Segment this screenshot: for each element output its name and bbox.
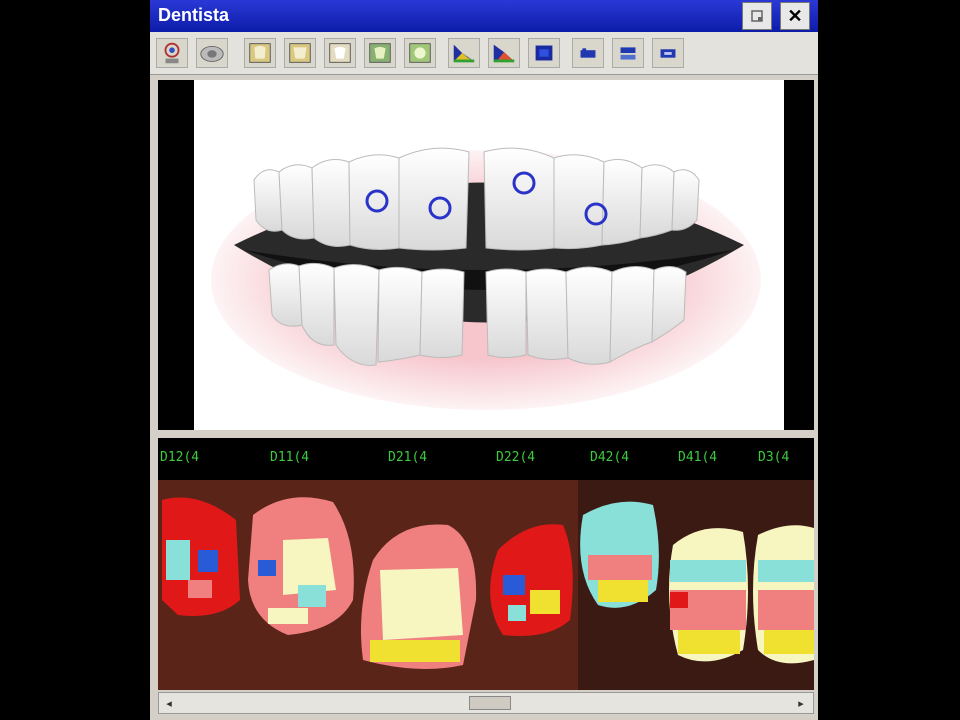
smile-illustration (194, 80, 784, 430)
tooth-5-icon (409, 43, 431, 63)
tooth-2-icon (289, 43, 311, 63)
dentista-window: Dentista ✕ D12(4 D11(4 D21(4 D22(4 D42(4… (150, 0, 818, 720)
shade-maps (158, 480, 814, 690)
chart-b-icon (493, 44, 515, 63)
tooth-code: D11(4 (270, 450, 310, 465)
tooth-1-icon (249, 43, 271, 63)
tool-tooth-1[interactable] (244, 38, 276, 68)
tool-tooth-5[interactable] (404, 38, 436, 68)
shade-map-panel: D12(4 D11(4 D21(4 D22(4 D42(4 D41(4 D3(4 (158, 438, 814, 690)
tool-chart-a[interactable] (448, 38, 480, 68)
tooth-code: D3(4 (758, 450, 790, 465)
tool-display-a[interactable] (572, 38, 604, 68)
tool-display-b[interactable] (612, 38, 644, 68)
tooth-code-row: D12(4 D11(4 D21(4 D22(4 D42(4 D41(4 D3(4 (158, 438, 814, 478)
tooth-code: D12(4 (160, 450, 200, 465)
patient-icon (164, 42, 180, 64)
tool-chart-c[interactable] (528, 38, 560, 68)
tool-tooth-2[interactable] (284, 38, 316, 68)
horizontal-scrollbar[interactable]: ◂ ▸ (158, 692, 814, 714)
close-button[interactable]: ✕ (780, 2, 810, 30)
chart-a-icon (453, 44, 475, 63)
window-title: Dentista (158, 5, 230, 25)
tool-tooth-4[interactable] (364, 38, 396, 68)
shade-map-tooth-6 (669, 528, 748, 662)
shade-map-tooth-1 (162, 497, 240, 616)
tooth-shade-strip[interactable] (158, 480, 814, 690)
tooth-code: D21(4 (388, 450, 428, 465)
tool-camera[interactable] (196, 38, 228, 68)
tool-patient[interactable] (156, 38, 188, 68)
camera-icon (200, 46, 224, 62)
shade-map-tooth-2 (248, 497, 354, 635)
display-c-icon (660, 49, 676, 58)
display-b-icon (620, 47, 636, 60)
display-a-icon (580, 48, 596, 58)
scroll-thumb[interactable] (469, 696, 511, 710)
tooth-3-icon (329, 43, 351, 63)
tool-chart-b[interactable] (488, 38, 520, 68)
tooth-code: D41(4 (678, 450, 718, 465)
minimize-button[interactable] (742, 2, 772, 30)
chart-c-icon (535, 45, 553, 61)
scroll-right-arrow-icon[interactable]: ▸ (793, 695, 809, 711)
close-icon: ✕ (787, 5, 803, 26)
tooth-code: D42(4 (590, 450, 630, 465)
tool-tooth-3[interactable] (324, 38, 356, 68)
scroll-left-arrow-icon[interactable]: ◂ (161, 695, 177, 711)
title-bar[interactable]: Dentista ✕ (150, 0, 818, 32)
tooth-code: D22(4 (496, 450, 536, 465)
toolbar (150, 32, 818, 75)
minimize-icon (751, 10, 763, 22)
smile-view-panel (158, 80, 814, 430)
tool-display-c[interactable] (652, 38, 684, 68)
shade-map-tooth-5 (580, 501, 659, 608)
smile-image[interactable] (194, 80, 784, 430)
shade-map-tooth-7 (753, 525, 814, 664)
tooth-4-icon (369, 43, 391, 63)
